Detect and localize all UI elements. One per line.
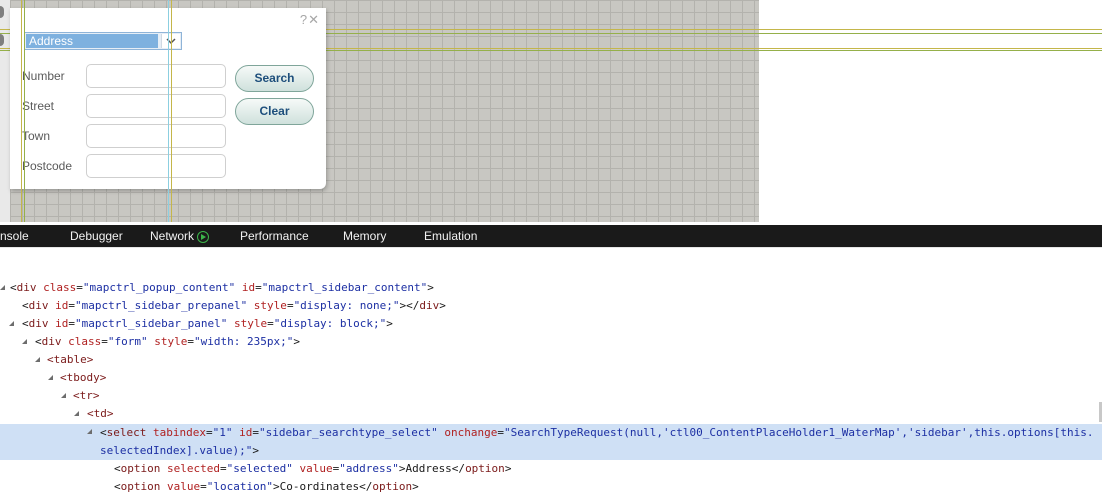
dom-node-line[interactable]: <div id="mapctrl_sidebar_panel" style="d… [22, 315, 393, 333]
dom-node-line[interactable]: <div id="mapctrl_sidebar_prepanel" style… [22, 297, 446, 315]
dom-node-line-continued[interactable]: selectedIndex].value);"> [100, 442, 259, 460]
expand-triangle-icon[interactable] [22, 339, 27, 344]
search-button[interactable]: Search [235, 65, 314, 92]
close-icon[interactable]: ✕ [308, 12, 320, 27]
network-recording-icon[interactable] [197, 231, 210, 243]
postcode-label: Postcode [22, 159, 73, 173]
postcode-field[interactable] [86, 154, 226, 178]
expand-triangle-icon[interactable] [0, 285, 5, 290]
guide-line [24, 0, 25, 222]
expand-triangle-icon[interactable] [9, 321, 14, 326]
street-field[interactable] [86, 94, 226, 118]
town-label: Town [22, 129, 51, 143]
dom-node-line[interactable]: <td> [87, 405, 114, 423]
tab-performance[interactable]: Performance [240, 229, 309, 243]
devtools-tab-bar: nsole Debugger Network Performance Memor… [0, 225, 1102, 247]
guide-line [21, 0, 22, 222]
tab-memory[interactable]: Memory [343, 229, 386, 243]
tab-network-label: Network [150, 229, 195, 243]
tab-debugger[interactable]: Debugger [70, 229, 123, 243]
dom-node-line[interactable]: <table> [47, 351, 93, 369]
dom-tree[interactable]: <div class="mapctrl_popup_content" id="m… [0, 247, 1102, 497]
guide-line [168, 0, 169, 222]
clear-button[interactable]: Clear [235, 98, 314, 125]
expand-triangle-icon[interactable] [61, 393, 66, 398]
tab-console[interactable]: nsole [0, 229, 29, 243]
dom-node-line-selected[interactable]: <select tabindex="1" id="sidebar_searcht… [100, 424, 1093, 442]
dom-node-line[interactable]: <div class="mapctrl_popup_content" id="m… [10, 279, 434, 297]
expand-triangle-icon[interactable] [48, 375, 53, 380]
expand-triangle-icon[interactable] [74, 411, 79, 416]
dom-node-line[interactable]: <tr> [73, 387, 100, 405]
left-tab-handle[interactable] [0, 34, 4, 46]
help-icon[interactable]: ? [300, 12, 308, 27]
search-type-value: Address [26, 34, 158, 48]
street-label: Street [22, 99, 55, 113]
map-area[interactable]: ?✕ Address Number Street Town Postcode S… [0, 0, 1102, 222]
dom-node-line[interactable]: <div class="form" style="width: 235px;"> [35, 333, 300, 351]
number-label: Number [22, 69, 65, 83]
dom-node-line[interactable]: <option selected="selected" value="addre… [114, 460, 511, 478]
dom-node-line[interactable]: <tbody> [60, 369, 106, 387]
tab-network[interactable]: Network [150, 229, 210, 243]
popup-tools: ?✕ [300, 12, 320, 28]
expand-triangle-icon[interactable] [35, 357, 40, 362]
tab-emulation[interactable]: Emulation [424, 229, 477, 243]
search-type-select[interactable]: Address [24, 32, 182, 50]
number-field[interactable] [86, 64, 226, 88]
guide-line [171, 0, 172, 222]
town-field[interactable] [86, 124, 226, 148]
expand-triangle-icon[interactable] [87, 429, 92, 434]
left-tab-handle[interactable] [0, 6, 4, 18]
dom-node-line[interactable]: <option value="location">Co-ordinates</o… [114, 478, 419, 496]
